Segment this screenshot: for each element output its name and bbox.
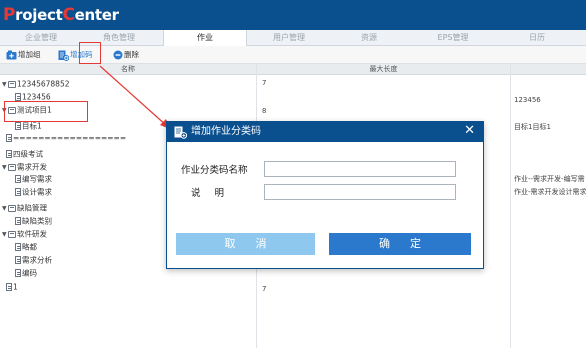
document-icon [6, 283, 12, 291]
folder-icon [8, 204, 16, 212]
tree-node-code[interactable]: 需求分析 [15, 254, 52, 265]
tab-enterprise[interactable]: 企业管理 [8, 30, 74, 46]
code-name-label: 作业分类码名称 [181, 165, 248, 176]
tree-node-code[interactable]: 编写需求 [15, 173, 52, 184]
description-cell: 目标1目标1 [514, 123, 551, 131]
description-cell: 作业--需求开发-编写需 [514, 175, 585, 183]
max-length-cell: 8 [262, 107, 267, 115]
tab-eps[interactable]: EPS管理 [416, 30, 490, 46]
logo-letter-c: C [62, 5, 75, 25]
tree-node-label: 1 [13, 282, 18, 292]
tree-node-code[interactable]: 编码 [15, 267, 37, 278]
tree-node-group[interactable]: ▼ 需求开发 [2, 161, 47, 172]
document-icon [15, 122, 21, 130]
dialog-title: 增加作业分类码 [191, 126, 261, 137]
dialog-header: 增加作业分类码 ✕ [167, 122, 483, 142]
delete-button[interactable]: 删除 [113, 48, 139, 62]
folder-icon [8, 80, 16, 88]
tree-node-code[interactable]: 1 [6, 281, 18, 292]
tree-node-code[interactable]: 目标1 [15, 120, 42, 131]
document-icon [6, 150, 12, 158]
add-code-dialog: 增加作业分类码 ✕ 作业分类码名称 说明 取消 确定 [166, 121, 484, 269]
logo-text-enter: enter [74, 6, 119, 24]
add-group-icon [6, 50, 17, 60]
code-name-input[interactable] [264, 161, 456, 177]
tree-node-label: 编写需求 [22, 174, 52, 184]
ok-button[interactable]: 确定 [329, 233, 471, 255]
document-icon [15, 188, 21, 196]
description-cell: 作业-需求开发设计需求 [514, 188, 586, 196]
tree-node-label: 编码 [22, 268, 37, 278]
tree-node-code[interactable]: 缺陷类别 [15, 215, 52, 226]
tab-users[interactable]: 用户管理 [254, 30, 324, 46]
tree-node-code[interactable]: 设计需求 [15, 186, 52, 197]
document-icon [15, 256, 21, 264]
tree-node-label: 四级考试 [13, 149, 43, 159]
logo-letter-p: P [3, 5, 16, 25]
folder-icon [8, 230, 16, 238]
highlight-add-code [79, 42, 101, 64]
tree-node-label: 目标1 [22, 121, 42, 131]
tree-node-code[interactable]: 四级考试 [6, 148, 43, 159]
tree-node-group[interactable]: ▼ 12345678852 [2, 78, 70, 89]
document-icon [15, 269, 21, 277]
description-label: 说明 [191, 188, 239, 199]
tree-node-group[interactable]: ▼ 缺陷管理 [2, 202, 47, 213]
folder-icon [8, 163, 16, 171]
tree-node-label: 略都 [22, 242, 37, 252]
tab-resources[interactable]: 资源 [334, 30, 404, 46]
tree-node-label: 12345678852 [17, 79, 70, 89]
add-code-icon [58, 50, 69, 61]
document-icon [15, 217, 21, 225]
app-window: ProjectCenter 企业管理 角色管理 作业 用户管理 资源 EPS管理… [0, 0, 586, 348]
document-icon [15, 175, 21, 183]
document-icon [15, 243, 21, 251]
app-logo: ProjectCenter [3, 5, 119, 25]
column-header-max-length: 最大长度 [257, 64, 510, 75]
description-input[interactable] [264, 184, 456, 200]
add-group-label: 增加组 [18, 50, 41, 59]
tree-node-label: 缺陷管理 [17, 203, 47, 213]
tab-activities[interactable]: 作业 [163, 30, 247, 47]
column-divider [510, 64, 511, 348]
description-cell: 123456 [514, 96, 541, 104]
max-length-cell: 7 [262, 79, 267, 87]
logo-text-roject: roject [15, 6, 63, 24]
max-length-cell: 7 [262, 285, 267, 293]
tree-node-label: 需求分析 [22, 255, 52, 265]
cancel-button[interactable]: 取消 [176, 233, 315, 255]
tree-node-code[interactable]: 略都 [15, 241, 37, 252]
tree-node-label: 设计需求 [22, 187, 52, 197]
document-icon [6, 134, 12, 142]
column-header-name: 名称 [0, 64, 256, 75]
tree-node-code[interactable]: ================== [6, 132, 126, 143]
dialog-add-code-icon [174, 126, 187, 139]
close-icon[interactable]: ✕ [464, 123, 475, 139]
tab-calendar[interactable]: 日历 [502, 30, 572, 46]
tree-node-label: 软件研发 [17, 229, 47, 239]
brand-bar: ProjectCenter [0, 0, 586, 30]
document-icon [15, 93, 21, 101]
delete-icon [113, 50, 123, 60]
column-header-extra [511, 64, 586, 75]
tree-node-label: 缺陷类别 [22, 216, 52, 226]
add-group-button[interactable]: 增加组 [6, 48, 41, 62]
tree-node-label: ================== [13, 133, 127, 143]
tree-node-group[interactable]: ▼ 软件研发 [2, 228, 47, 239]
highlight-selected-node [4, 101, 88, 122]
delete-label: 删除 [124, 50, 139, 59]
tree-node-label: 需求开发 [17, 162, 47, 172]
